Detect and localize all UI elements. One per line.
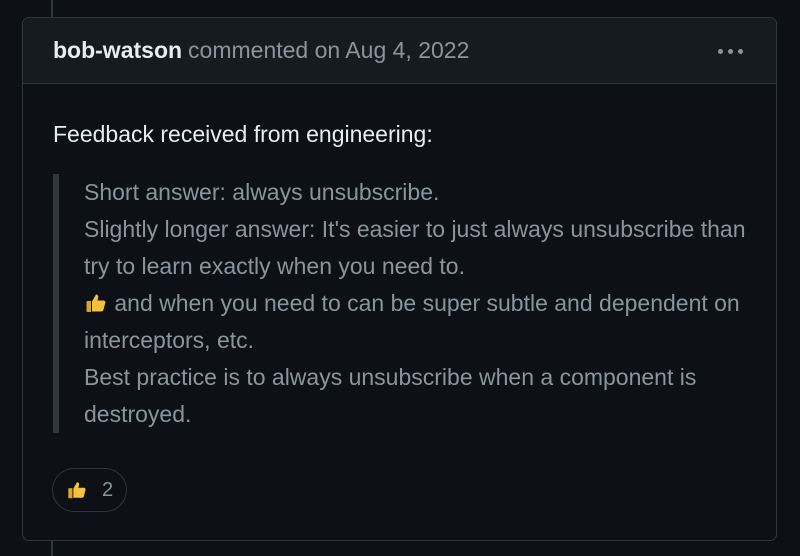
comment-body: Feedback received from engineering: Shor… xyxy=(23,84,776,433)
thumbs-up-icon xyxy=(86,294,106,312)
reaction-count: 2 xyxy=(101,478,114,501)
comment-timestamp[interactable]: commented on Aug 4, 2022 xyxy=(188,37,469,64)
quote-line-4: Best practice is to always unsubscribe w… xyxy=(84,364,697,427)
quote-line-3-text: and when you need to can be super subtle… xyxy=(84,290,740,353)
kebab-dot-icon xyxy=(727,48,733,54)
kebab-dot-icon xyxy=(737,48,743,54)
comment-intro-text: Feedback received from engineering: xyxy=(53,121,433,147)
blockquote: Short answer: always unsubscribe. Slight… xyxy=(53,174,746,433)
kebab-dot-icon xyxy=(717,48,723,54)
quote-line-2: Slightly longer answer: It's easier to j… xyxy=(84,216,746,279)
thumbs-up-icon xyxy=(68,482,86,499)
quote-line-3: and when you need to can be super subtle… xyxy=(84,285,746,359)
comment-card: bob-watson commented on Aug 4, 2022 Feed… xyxy=(22,17,777,541)
more-options-button[interactable] xyxy=(708,36,752,66)
comment-header: bob-watson commented on Aug 4, 2022 xyxy=(23,18,776,84)
thumbs-up-reaction-button[interactable]: 2 xyxy=(52,468,127,512)
quote-line-1: Short answer: always unsubscribe. xyxy=(84,179,440,205)
comment-author-link[interactable]: bob-watson xyxy=(53,37,182,64)
